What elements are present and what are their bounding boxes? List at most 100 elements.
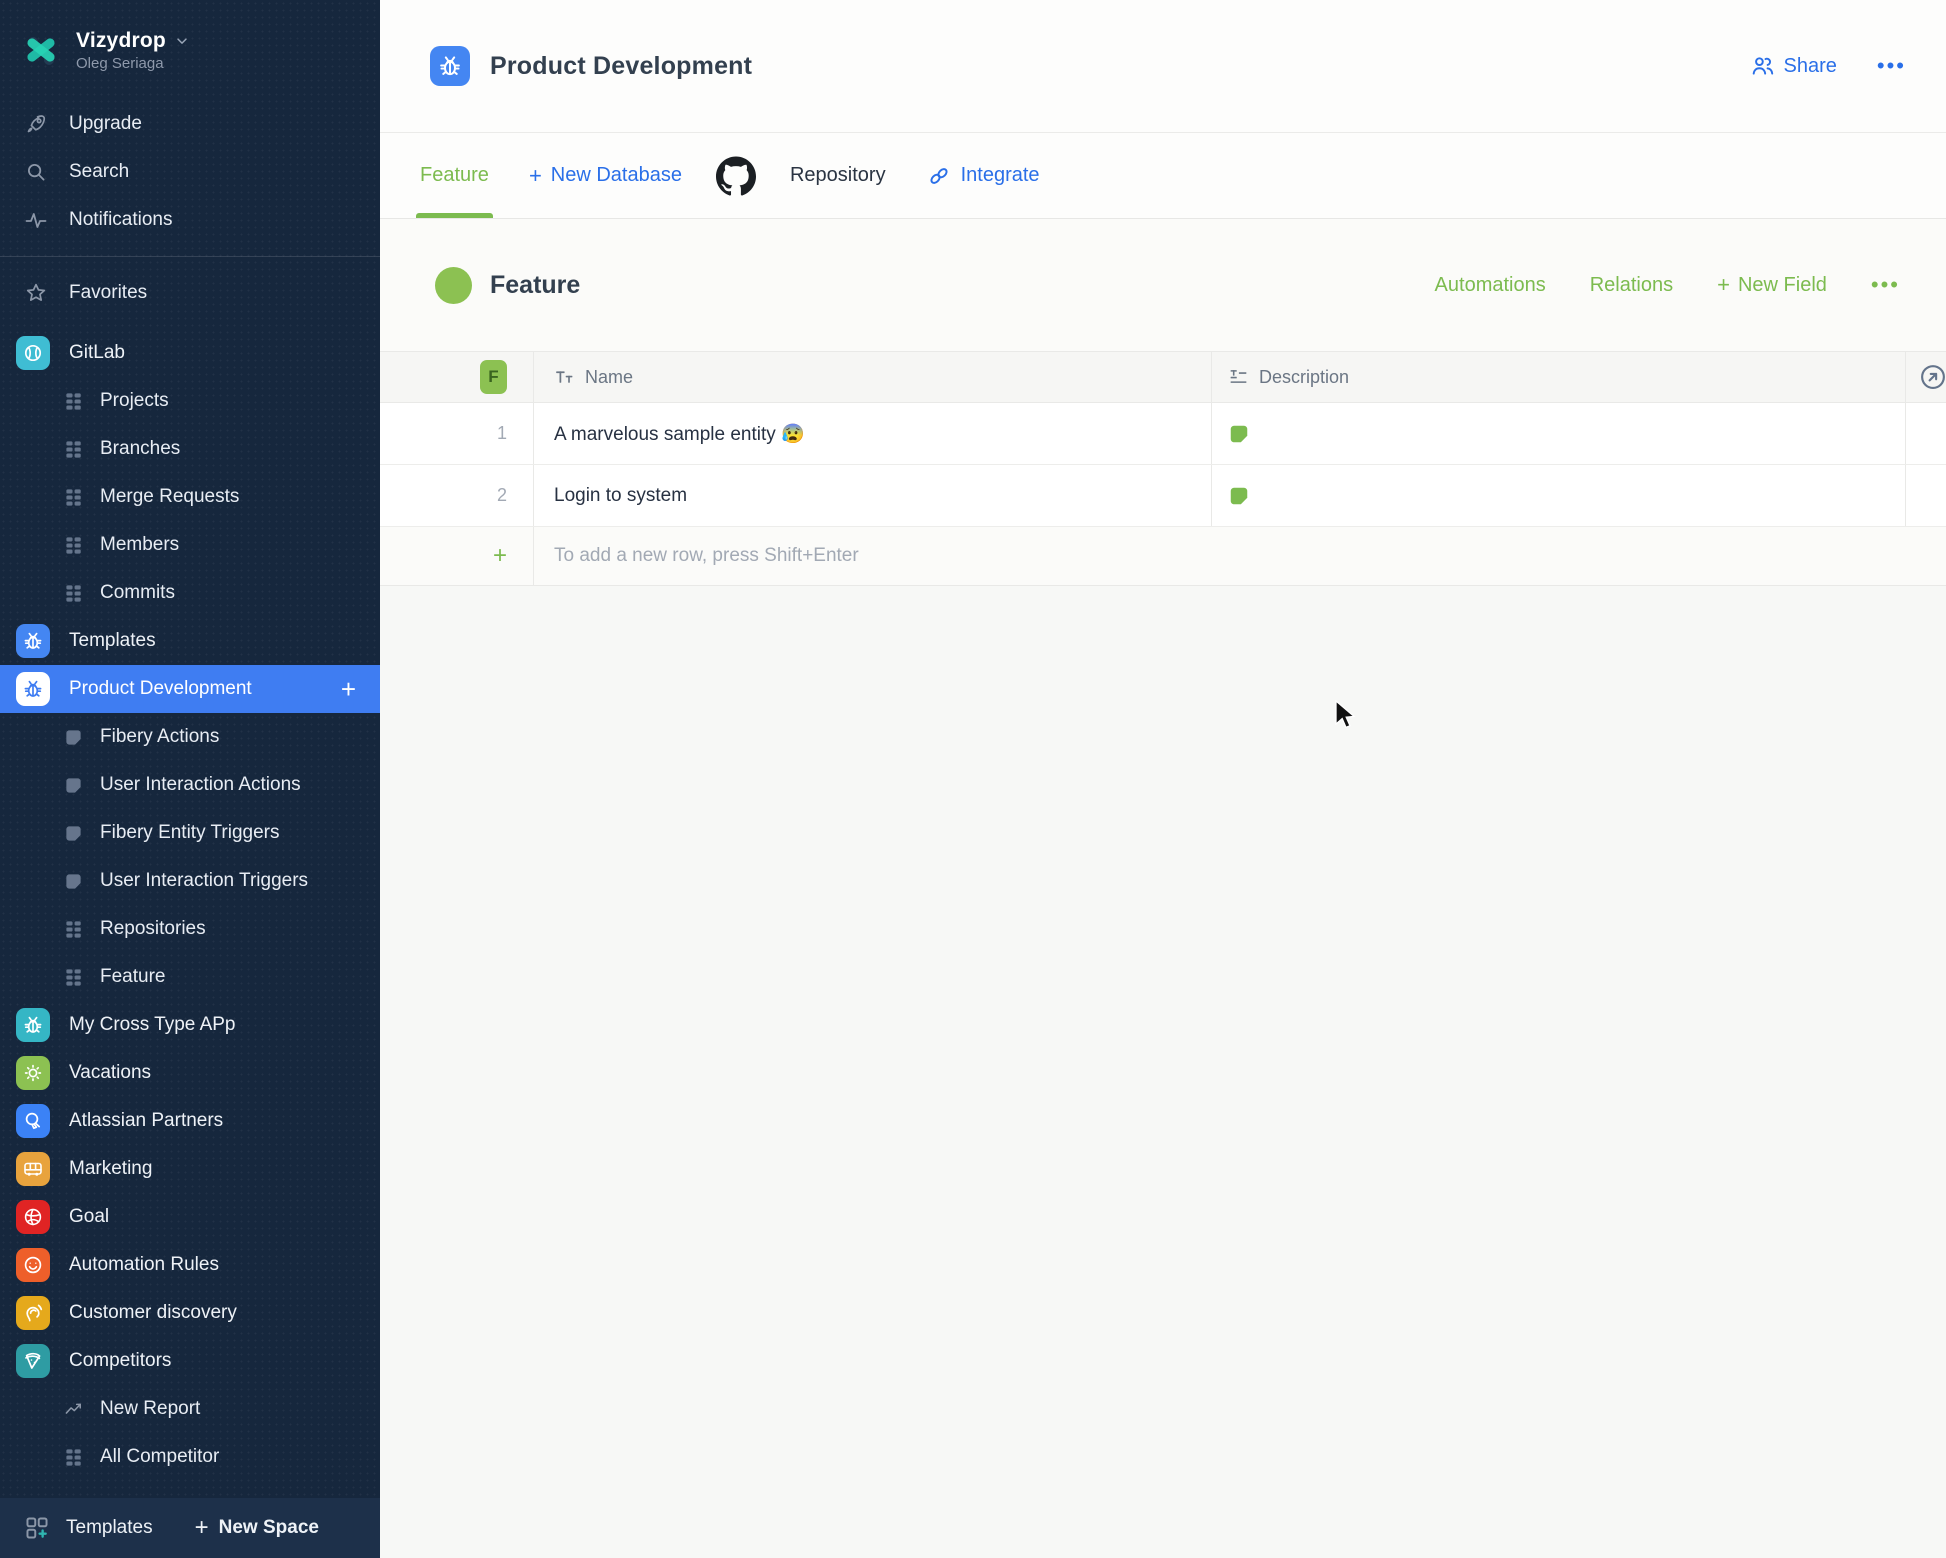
sidebar-item-label: Branches [100, 438, 181, 459]
sidebar-space-vacations[interactable]: Vacations [0, 1049, 380, 1097]
row-number: 1 [496, 423, 507, 443]
space-bug-icon [430, 46, 470, 86]
open-column-icon[interactable] [1918, 362, 1946, 392]
column-label: Name [585, 366, 634, 387]
vizydrop-logo-icon [27, 37, 55, 65]
row-number: 2 [496, 485, 507, 505]
tab-label: Feature [420, 164, 489, 186]
sidebar-space-my-cross-type-app[interactable]: My Cross Type APp [0, 1001, 380, 1049]
sidebar-space-automation-rules[interactable]: Automation Rules [0, 1241, 380, 1289]
page-header: Product Development Share ••• [380, 0, 1946, 133]
workspace-switcher[interactable]: Vizydrop Oleg Seriaga [0, 0, 380, 100]
add-row-hint: To add a new row, press Shift+Enter [554, 545, 859, 566]
new-space-button[interactable]: + New Space [195, 1514, 319, 1542]
sidebar-item-user-interaction-actions[interactable]: User Interaction Actions [0, 761, 380, 809]
space-label: Goal [69, 1206, 110, 1227]
sidebar-item-members[interactable]: Members [0, 521, 380, 569]
integrate-button[interactable]: Integrate [906, 133, 1060, 218]
column-label: Description [1259, 366, 1350, 387]
sidebar-item-fibery-entity-triggers[interactable]: Fibery Entity Triggers [0, 809, 380, 857]
share-button[interactable]: Share [1750, 53, 1837, 79]
bug-icon [16, 672, 50, 706]
feature-type-color-dot[interactable] [435, 266, 472, 304]
sidebar-item-fibery-actions[interactable]: Fibery Actions [0, 713, 380, 761]
column-header-description[interactable]: Description [1228, 367, 1349, 388]
ear-icon [16, 1296, 50, 1330]
name-cell[interactable]: A marvelous sample entity 😰 [554, 422, 805, 446]
sidebar-space-gitlab[interactable]: GitLab [0, 329, 380, 377]
sidebar-item-branches[interactable]: Branches [0, 425, 380, 473]
sidebar: Vizydrop Oleg Seriaga Upgrade Search Not… [0, 0, 380, 1558]
sidebar-footer: Templates + New Space [0, 1498, 380, 1558]
workspace-name: Vizydrop [76, 28, 166, 52]
document-icon [64, 872, 83, 891]
add-row-plus-icon[interactable]: + [493, 542, 507, 570]
type-badge[interactable]: F [480, 360, 507, 394]
workspace-user: Oleg Seriaga [76, 54, 164, 72]
tab-label: New Database [550, 164, 682, 186]
space-label: Marketing [69, 1158, 153, 1179]
new-field-button[interactable]: + New Field [1717, 272, 1827, 298]
sidebar-item-new-report[interactable]: New Report [0, 1385, 380, 1433]
tab-feature[interactable]: Feature [400, 133, 509, 218]
feature-table: F Name Description 1 A marvelous sample … [380, 351, 1946, 586]
name-cell[interactable]: Login to system [554, 485, 687, 507]
empty-canvas [380, 586, 1946, 1558]
sidebar-item-notifications[interactable]: Notifications [0, 196, 380, 244]
sidebar-item-all-competitor[interactable]: All Competitor [0, 1433, 380, 1481]
plus-icon: + [528, 162, 542, 188]
column-header-name[interactable]: Name [554, 367, 633, 388]
sidebar-item-label: Notifications [69, 209, 173, 230]
plus-icon: + [194, 1514, 209, 1541]
description-document-icon[interactable] [1228, 423, 1250, 445]
sidebar-item-search[interactable]: Search [0, 148, 380, 196]
sidebar-space-goal[interactable]: Goal [0, 1193, 380, 1241]
description-document-icon[interactable] [1228, 485, 1250, 507]
sidebar-item-label: Search [69, 161, 130, 182]
app-window: Vizydrop Oleg Seriaga Upgrade Search Not… [0, 0, 1946, 1558]
automations-button[interactable]: Automations [1435, 274, 1546, 297]
more-options-button[interactable]: ••• [1877, 54, 1906, 76]
sidebar-space-competitors[interactable]: Competitors [0, 1337, 380, 1385]
database-grid-icon [64, 968, 83, 987]
new-database-button[interactable]: + New Database [509, 133, 702, 218]
sidebar-item-projects[interactable]: Projects [0, 377, 380, 425]
sidebar-space-customer-discovery[interactable]: Customer discovery [0, 1289, 380, 1337]
sidebar-space-atlassian-partners[interactable]: Atlassian Partners [0, 1097, 380, 1145]
sidebar-space-marketing[interactable]: Marketing [0, 1145, 380, 1193]
view-header: Feature Automations Relations + New Fiel… [380, 219, 1946, 351]
sidebar-item-label: Upgrade [69, 113, 142, 134]
database-grid-icon [64, 440, 83, 459]
sidebar-space-templates[interactable]: Templates [0, 617, 380, 665]
relations-button[interactable]: Relations [1590, 274, 1673, 297]
table-row: 2 Login to system [380, 465, 1946, 527]
sidebar-item-label: Favorites [69, 282, 148, 303]
sidebar-item-label: Members [100, 534, 180, 555]
sidebar-item-favorites[interactable]: Favorites [0, 269, 380, 317]
new-field-label: New Field [1737, 273, 1827, 296]
sidebar-item-merge-requests[interactable]: Merge Requests [0, 473, 380, 521]
sidebar-item-label: User Interaction Actions [100, 774, 301, 795]
sidebar-item-user-interaction-triggers[interactable]: User Interaction Triggers [0, 857, 380, 905]
view-more-options-button[interactable]: ••• [1871, 273, 1900, 295]
templates-button[interactable]: Templates [24, 1515, 153, 1541]
document-icon [64, 824, 83, 843]
sidebar-item-label: User Interaction Triggers [100, 870, 309, 891]
add-to-space-button[interactable]: + [333, 676, 364, 702]
github-tab[interactable] [702, 133, 770, 218]
sidebar-item-label: Fibery Actions [100, 726, 220, 747]
sidebar-space-product-development[interactable]: Product Development + [0, 665, 380, 713]
sidebar-item-upgrade[interactable]: Upgrade [0, 100, 380, 148]
space-label: Product Development [69, 678, 252, 699]
bus-icon [16, 1152, 50, 1186]
bug-icon [16, 1008, 50, 1042]
star-icon [24, 281, 48, 305]
sidebar-item-repositories[interactable]: Repositories [0, 905, 380, 953]
add-row[interactable]: + To add a new row, press Shift+Enter [380, 527, 1946, 586]
sidebar-item-feature[interactable]: Feature [0, 953, 380, 1001]
tab-repository[interactable]: Repository [770, 133, 906, 218]
view-title: Feature [490, 270, 581, 299]
pizza-icon [16, 1344, 50, 1378]
text-type-icon [556, 370, 573, 383]
sidebar-item-commits[interactable]: Commits [0, 569, 380, 617]
